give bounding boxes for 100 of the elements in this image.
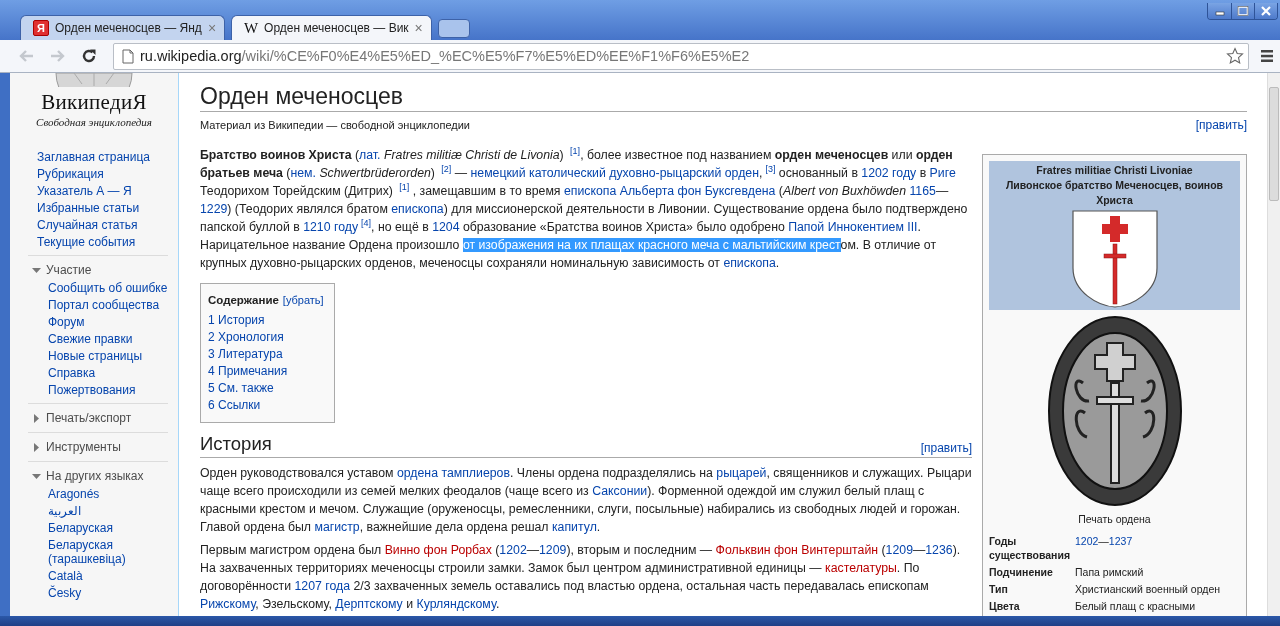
sidebar-link[interactable]: Беларуская: [48, 521, 168, 535]
browser-tab[interactable]: Я Орден меченосцев — Янд ×: [20, 15, 226, 40]
sidebar-link[interactable]: Пожертвования: [48, 383, 168, 397]
article-link[interactable]: лат.: [359, 148, 381, 162]
edit-link[interactable]: [править]: [1195, 116, 1247, 134]
sidebar-link[interactable]: Справка: [48, 366, 168, 380]
article-link[interactable]: Дерптскому: [335, 597, 403, 611]
sidebar-link[interactable]: Беларуская (тарашкевіца): [48, 538, 168, 566]
infobox-label: Тип: [989, 582, 1009, 596]
infobox-label: Годы существования: [989, 534, 1072, 562]
page-icon: [122, 48, 134, 64]
sidebar-link[interactable]: Česky: [48, 586, 168, 600]
missing-article-link[interactable]: Фольквин фон Винтерштайн: [715, 543, 879, 557]
edit-link[interactable]: [править]: [920, 439, 972, 457]
toc-link[interactable]: 3 Литература: [208, 347, 283, 361]
maximize-button[interactable]: [1231, 3, 1254, 19]
scrollbar[interactable]: [1267, 73, 1280, 616]
sidebar-link[interactable]: العربية: [48, 504, 168, 518]
sidebar-link[interactable]: Aragonés: [48, 487, 168, 501]
article-link[interactable]: Курляндскому: [416, 597, 496, 611]
letter-favicon-icon: W: [244, 21, 259, 35]
maximize-icon: [1237, 6, 1249, 16]
close-icon: [1260, 6, 1272, 16]
article-link[interactable]: магистр: [314, 520, 360, 534]
infobox-label: Подчинение: [989, 565, 1054, 579]
missing-article-link[interactable]: кастелатуры: [825, 561, 897, 575]
paragraph: Первым магистром ордена был Винно фон Рорбах (1202—1209), вторым и последним — Фольквин фон Винтерштайн (1209—1236). На захваченных территориях меченосцы строили замки. Замок был центром административной единицы — кастелатуры. По договорённости 1207 года 2/3 захваченных земель оставались под властью ордена, остальная часть передавалась епископам Рижскому, Эзельскому, Дерптскому и Курляндскому.: [200, 542, 962, 613]
article-link[interactable]: 1209: [885, 543, 913, 557]
sidebar-link[interactable]: Заглавная страница: [37, 150, 170, 164]
tab-close-button[interactable]: ×: [414, 20, 423, 36]
caret-right-icon: [32, 442, 41, 452]
article-link[interactable]: капитул: [551, 520, 597, 534]
sidebar-link[interactable]: Català: [48, 569, 168, 583]
infobox-value: 1202—1237: [1075, 534, 1134, 549]
infobox-title: Fratres militiae Christi Livoniae: [1035, 163, 1194, 178]
article-link[interactable]: 1202: [1075, 535, 1099, 547]
article-link[interactable]: епископа: [391, 202, 444, 216]
article-link[interactable]: Риге: [929, 166, 956, 180]
sidebar-section-toggle[interactable]: Участие: [28, 261, 92, 280]
sidebar-link[interactable]: Новые страницы: [48, 349, 168, 363]
reference-link[interactable]: [2]: [441, 164, 452, 174]
reference-link[interactable]: [1]: [570, 146, 581, 156]
toc-link[interactable]: 6 Ссылки: [208, 398, 261, 412]
reference-link[interactable]: [4]: [361, 218, 372, 228]
wikipedia-logo-text: ВикипедиЯ: [41, 90, 147, 115]
missing-article-link[interactable]: Винно фон Рорбах: [384, 543, 492, 557]
sidebar-link[interactable]: Избранные статьи: [37, 201, 170, 215]
sidebar-section-toggle[interactable]: Печать/экспорт: [28, 409, 132, 428]
bookmark-star-icon[interactable]: [1226, 47, 1244, 65]
article-link[interactable]: 1210 году: [303, 220, 359, 234]
article-link[interactable]: нем.: [290, 166, 316, 180]
article-link[interactable]: Папой Иннокентием III: [788, 220, 918, 234]
article-link[interactable]: 1202 году: [861, 166, 917, 180]
reference-link[interactable]: [1]: [399, 182, 410, 192]
article-link[interactable]: 1236: [925, 543, 953, 557]
article-link[interactable]: 1237: [1108, 535, 1133, 547]
browser-tab[interactable]: W Орден меченосцев — Вик ×: [231, 15, 432, 40]
sidebar-link[interactable]: Форум: [48, 315, 168, 329]
article-link[interactable]: Саксонии: [592, 484, 648, 498]
caret-down-icon: [32, 471, 41, 481]
sidebar-link[interactable]: Сообщить об ошибке: [48, 281, 168, 295]
sidebar-link[interactable]: Портал сообщества: [48, 298, 168, 312]
article-link[interactable]: 1202: [499, 543, 527, 557]
article-link[interactable]: 1165: [909, 184, 936, 198]
toc-hide-link[interactable]: [убрать]: [282, 294, 324, 306]
address-bar[interactable]: ru.wikipedia.org/wiki/%CE%F0%E4%E5%ED_%EC%E5%F7%E5%ED%EE%F1%F6%E5%E2: [113, 42, 1249, 70]
article-link[interactable]: 1229: [200, 202, 228, 216]
menu-button[interactable]: [1259, 47, 1275, 65]
reference-link[interactable]: [3]: [765, 164, 776, 174]
section-heading: История: [200, 432, 272, 456]
image-caption: Печать ордена: [1077, 512, 1152, 526]
toc-link[interactable]: 4 Примечания: [208, 364, 288, 378]
url-text: ru.wikipedia.org/wiki/%CE%F0%E4%E5%ED_%EC%E5%F7%E5%ED%EE%F1%F6%E5%E2: [140, 48, 751, 64]
sidebar-link[interactable]: Случайная статья: [37, 218, 170, 232]
page-tagline: Материал из Википедии — свободной энциклопедии: [200, 118, 470, 133]
logo-tagline: Свободная энциклопедия: [36, 116, 152, 128]
caret-down-icon: [32, 265, 41, 275]
sidebar-link[interactable]: Указатель А — Я: [37, 184, 170, 198]
sidebar-link[interactable]: Рубрикация: [37, 167, 170, 181]
new-tab-button[interactable]: [437, 19, 470, 38]
toc-link[interactable]: 2 Хронология: [208, 330, 284, 344]
sidebar-link[interactable]: Текущие события: [37, 235, 170, 249]
article-link[interactable]: 1204: [432, 220, 460, 234]
scrollbar-thumb[interactable]: [1269, 87, 1279, 201]
sidebar-section-toggle[interactable]: Инструменты: [28, 438, 121, 457]
article-link[interactable]: 1209: [539, 543, 567, 557]
toc-title: Содержание: [208, 294, 279, 306]
close-button[interactable]: [1254, 3, 1277, 19]
article-link[interactable]: 1207 года: [294, 579, 351, 593]
toc-link[interactable]: 5 См. также: [208, 381, 274, 395]
infobox-label: Цвета: [989, 599, 1021, 613]
sidebar-section-toggle[interactable]: На других языках: [28, 467, 144, 486]
toc-link[interactable]: 1 История: [208, 313, 265, 327]
minimize-button[interactable]: [1208, 3, 1231, 19]
article-link[interactable]: епископа Альберта фон Буксгевдена: [563, 184, 776, 198]
paragraph: Орден руководствовался уставом ордена тамплиеров. Члены ордена подразделялись на рыцарей, священников и служащих. Рыцари чаще всего происходили из семей мелких феодалов (чаще всего из Саксонии). Форменной одеждой им служил белый плащ с красными крестом и мечом. Служащие (оруженосцы, ремесленники, слуги, посыльные) набирались из свободных людей и горожан. Главой ордена был магистр, важнейшие дела ордена решал капитул.: [200, 465, 972, 536]
article-link[interactable]: епископа: [723, 256, 776, 270]
article-link[interactable]: ордена тамплиеров: [396, 466, 510, 480]
article-link[interactable]: немецкий католический духовно-рыцарский орден: [470, 166, 759, 180]
sidebar-link[interactable]: Свежие правки: [48, 332, 168, 346]
